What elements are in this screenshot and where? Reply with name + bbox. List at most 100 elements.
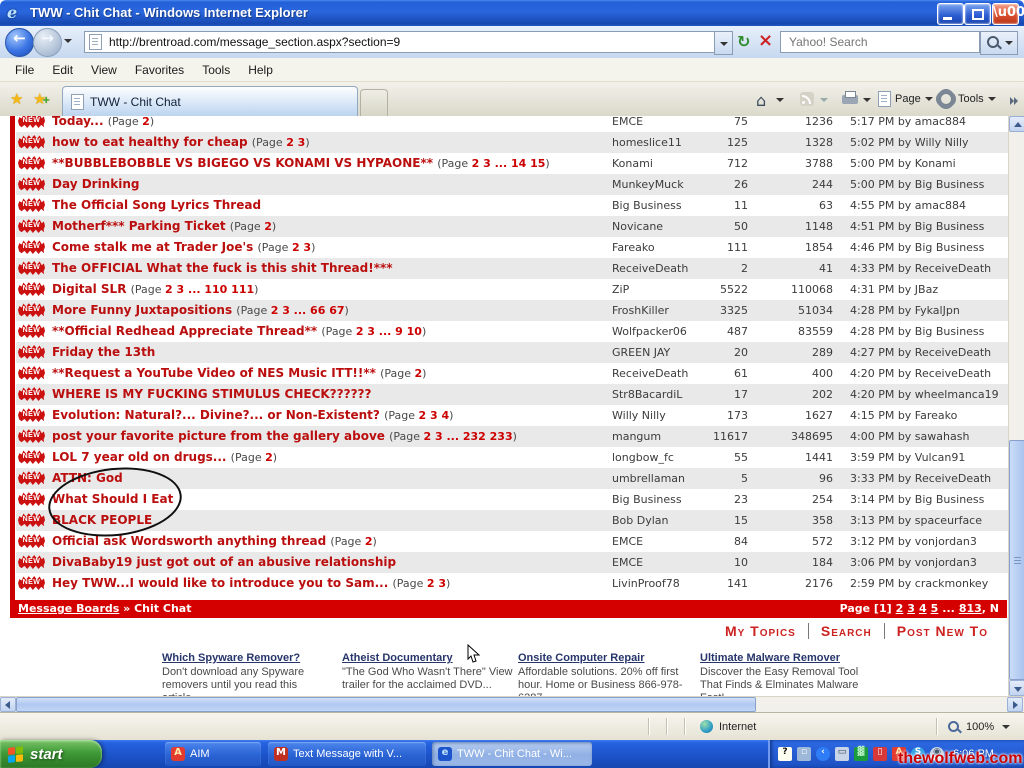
thread-author[interactable]: MunkeyMuck — [612, 178, 684, 191]
thread-title-link[interactable]: Hey TWW...I would like to introduce you … — [52, 576, 450, 590]
tools-menu-button[interactable]: Tools — [938, 89, 996, 109]
thread-author[interactable]: Bob Dylan — [612, 514, 669, 527]
thread-last-post[interactable]: 4:15 PM by Fareako — [850, 409, 957, 422]
thread-author[interactable]: Novicane — [612, 220, 663, 233]
menu-help[interactable]: Help — [239, 61, 282, 79]
taskbar-button-1[interactable]: A AIM — [165, 742, 261, 766]
thread-author[interactable]: Str8BacardiL — [612, 388, 682, 401]
thread-page-links[interactable]: 2 3 ... 66 67 — [271, 304, 345, 317]
page-menu-button[interactable]: Page — [878, 89, 933, 109]
rss-feed-icon[interactable] — [800, 92, 814, 106]
thread-title-link[interactable]: DivaBaby19 just got out of an abusive re… — [52, 555, 396, 569]
battery-tray-icon[interactable]: ▯ — [873, 747, 887, 761]
thread-last-post[interactable]: 2:59 PM by crackmonkey — [850, 577, 988, 590]
print-caret-icon[interactable] — [863, 98, 871, 102]
search-box[interactable] — [780, 31, 980, 53]
print-icon[interactable] — [842, 95, 858, 104]
new-tab-stub[interactable] — [360, 89, 388, 117]
address-dropdown-button[interactable] — [714, 31, 733, 55]
thread-title-link[interactable]: Motherf*** Parking Ticket (Page 2) — [52, 219, 276, 233]
start-button[interactable]: start — [0, 740, 102, 768]
stop-icon[interactable]: × — [758, 30, 773, 51]
thread-author[interactable]: Fareako — [612, 241, 655, 254]
thread-last-post[interactable]: 4:20 PM by wheelmanca19 — [850, 388, 999, 401]
menu-tools[interactable]: Tools — [193, 61, 239, 79]
thread-author[interactable]: EMCE — [612, 535, 643, 548]
thread-author[interactable]: umbrellaman — [612, 472, 685, 485]
thread-page-links[interactable]: 2 3 ... 14 15 — [472, 157, 546, 170]
thread-last-post[interactable]: 3:59 PM by Vulcan91 — [850, 451, 965, 464]
thread-title-link[interactable]: WHERE IS MY FUCKING STIMULUS CHECK?????? — [52, 387, 371, 401]
thread-last-post[interactable]: 3:14 PM by Big Business — [850, 493, 984, 506]
search-go-button[interactable] — [980, 31, 1018, 55]
pagination-page-link[interactable]: 2 — [896, 602, 904, 615]
add-favorite-icon[interactable]: ★+ — [33, 90, 46, 108]
thread-author[interactable]: Big Business — [612, 199, 682, 212]
display-settings-tray-icon[interactable]: ▫ — [797, 747, 811, 761]
system-restore-tray-icon[interactable]: ‹ — [816, 747, 830, 761]
network-tray-icon[interactable]: ▭ — [835, 747, 849, 761]
taskbar-button-2[interactable]: M Text Message with V... — [268, 742, 426, 766]
thread-author[interactable]: longbow_fc — [612, 451, 674, 464]
recent-pages-caret-icon[interactable] — [64, 39, 72, 43]
thread-author[interactable]: Big Business — [612, 493, 682, 506]
thread-title-link[interactable]: **Request a YouTube Video of NES Music I… — [52, 366, 426, 380]
vertical-scroll-thumb[interactable] — [1009, 440, 1024, 680]
thread-page-links[interactable]: 2 3 4 — [418, 409, 449, 422]
thread-last-post[interactable]: 3:33 PM by ReceiveDeath — [850, 472, 991, 485]
thread-page-links[interactable]: 2 — [142, 116, 150, 128]
thread-title-link[interactable]: More Funny Juxtapositions (Page 2 3 ... … — [52, 303, 349, 317]
action-post-new-to[interactable]: Post New To — [884, 623, 1000, 639]
thread-title-link[interactable]: LOL 7 year old on drugs... (Page 2) — [52, 450, 277, 464]
thread-last-post[interactable]: 4:46 PM by Big Business — [850, 241, 984, 254]
action-search[interactable]: Search — [808, 623, 884, 639]
thread-author[interactable]: Willy Nilly — [612, 409, 666, 422]
thread-last-post[interactable]: 4:55 PM by amac884 — [850, 199, 966, 212]
ad-title-link[interactable]: Onsite Computer Repair — [518, 652, 690, 664]
minimize-button[interactable] — [937, 3, 964, 25]
thread-last-post[interactable]: 5:00 PM by Konami — [850, 157, 956, 170]
thread-author[interactable]: mangum — [612, 430, 661, 443]
toolbar-overflow-chevron-icon[interactable] — [1010, 92, 1018, 110]
thread-page-links[interactable]: 2 3 ... 232 233 — [424, 430, 513, 443]
pagination-page-link[interactable]: 5 — [931, 602, 939, 615]
tab-active[interactable]: TWW - Chit Chat — [62, 86, 358, 116]
thread-last-post[interactable]: 3:13 PM by spaceurface — [850, 514, 982, 527]
scroll-down-button[interactable] — [1009, 680, 1024, 696]
search-options-caret-icon[interactable] — [1005, 41, 1013, 45]
thread-title-link[interactable]: how to eat healthy for cheap (Page 2 3) — [52, 135, 310, 149]
thread-page-links[interactable]: 2 3 — [427, 577, 446, 590]
thread-last-post[interactable]: 4:33 PM by ReceiveDeath — [850, 262, 991, 275]
horizontal-scroll-thumb[interactable] — [16, 697, 756, 712]
thread-last-post[interactable]: 3:06 PM by vonjordan3 — [850, 556, 977, 569]
zoom-level[interactable]: 100% — [966, 721, 994, 733]
thread-page-links[interactable]: 2 — [265, 451, 273, 464]
thread-last-post[interactable]: 5:17 PM by amac884 — [850, 116, 966, 128]
thread-author[interactable]: ZiP — [612, 283, 629, 296]
thread-title-link[interactable]: Today... (Page 2) — [52, 116, 154, 128]
restore-button[interactable] — [964, 3, 991, 25]
refresh-icon[interactable]: ↻ — [737, 32, 750, 51]
thread-author[interactable]: homeslice11 — [612, 136, 682, 149]
url-input[interactable] — [107, 34, 681, 50]
thread-last-post[interactable]: 4:28 PM by Big Business — [850, 325, 984, 338]
thread-author[interactable]: FroshKiller — [612, 304, 669, 317]
horizontal-scrollbar[interactable] — [0, 696, 1024, 712]
thread-last-post[interactable]: 4:00 PM by sawahash — [850, 430, 969, 443]
address-bar[interactable] — [84, 31, 718, 53]
help-tray-icon[interactable]: ? — [778, 747, 792, 761]
thread-page-links[interactable]: 2 — [264, 220, 272, 233]
thread-last-post[interactable]: 3:12 PM by vonjordan3 — [850, 535, 977, 548]
thread-author[interactable]: LivinProof78 — [612, 577, 680, 590]
thread-title-link[interactable]: The Official Song Lyrics Thread — [52, 198, 261, 212]
back-button[interactable]: ← — [5, 28, 34, 57]
thread-last-post[interactable]: 4:31 PM by JBaz — [850, 283, 938, 296]
breadcrumb-boards-link[interactable]: Message Boards — [18, 602, 119, 615]
thread-last-post[interactable]: 4:20 PM by ReceiveDeath — [850, 367, 991, 380]
zoom-caret-icon[interactable] — [1002, 725, 1010, 729]
ad-title-link[interactable]: Atheist Documentary — [342, 652, 514, 664]
menu-file[interactable]: File — [6, 61, 43, 79]
thread-author[interactable]: GREEN JAY — [612, 346, 670, 359]
vertical-scrollbar[interactable] — [1008, 116, 1024, 696]
thread-title-link[interactable]: Day Drinking — [52, 177, 139, 191]
